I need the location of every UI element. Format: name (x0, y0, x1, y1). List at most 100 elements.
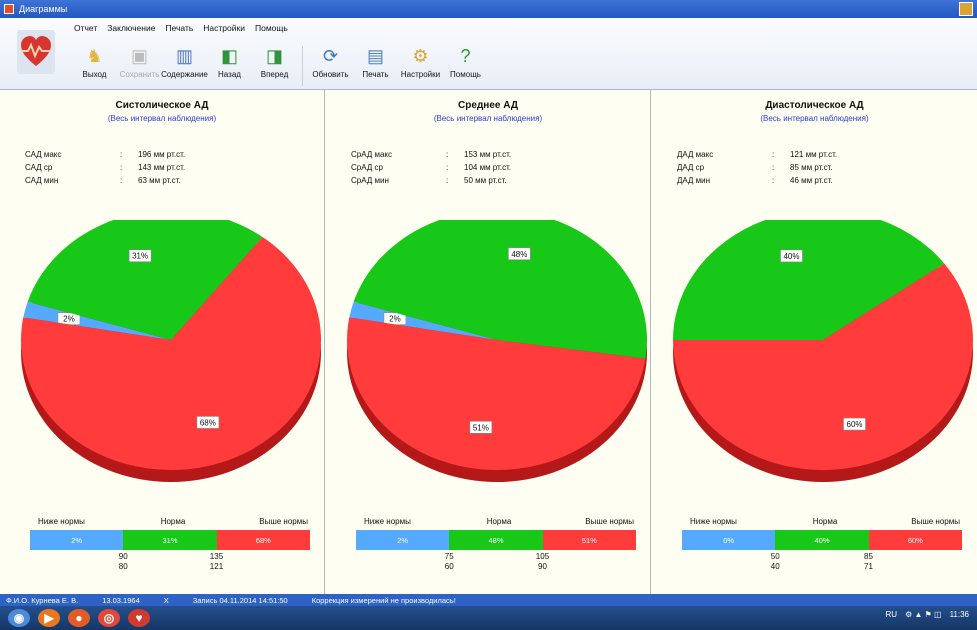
printer-icon: ▤ (366, 46, 384, 66)
stat-name: САД мин (25, 176, 59, 185)
language-indicator[interactable]: RU (886, 610, 898, 619)
stats-row: САД ср: 143 мм рт.ст. (25, 161, 185, 174)
firefox-icon[interactable]: ● (68, 609, 90, 627)
stats-table: СрАД макс: 153 мм рт.ст. СрАД ср: 104 мм р… (351, 148, 511, 187)
menu-help[interactable]: Помощь (255, 23, 288, 33)
exit-label: Выход (82, 70, 107, 79)
stat-colon: : (772, 163, 775, 172)
stats-table: САД макс: 196 мм рт.ст. САД ср: 143 мм рт.… (25, 148, 185, 187)
clock[interactable]: 11:36 (950, 610, 969, 619)
stat-name: САД макс (25, 150, 62, 159)
high-threshold-2: 71 (864, 562, 873, 571)
stats-row: СрАД мин: 50 мм рт.ст. (351, 174, 511, 187)
stat-colon: : (772, 150, 775, 159)
below-norm-bar: 2% (30, 530, 124, 550)
pie-chart: 2% 31% 68% (20, 220, 322, 482)
exit-button[interactable]: ♞ Выход (72, 44, 117, 88)
svg-text:2%: 2% (389, 315, 401, 324)
title-bar: Диаграммы (0, 0, 977, 18)
chrome-icon[interactable]: ◎ (98, 609, 120, 627)
stats-table: ДАД макс: 121 мм рт.ст. ДАД ср: 85 мм рт.с… (677, 148, 837, 187)
svg-text:48%: 48% (511, 250, 527, 259)
above-norm-bar: 51% (542, 530, 636, 550)
settings-button[interactable]: ⚙ Настройки (398, 44, 443, 88)
taskbar: ◉ ▶ ● ◎ ♥ RU ⚙ ▲ ⚑ ◫ 11:36 (0, 606, 977, 630)
stats-row: СрАД ср: 104 мм рт.ст. (351, 161, 511, 174)
save-button[interactable]: ▣ Сохранить (117, 44, 162, 88)
svg-text:68%: 68% (200, 418, 216, 427)
stat-name: СрАД макс (351, 150, 393, 159)
stat-value: 50 мм рт.ст. (464, 176, 507, 185)
window-control-icon[interactable] (959, 2, 973, 16)
correction-note: Коррекция измерений не производилась! (311, 595, 456, 605)
low-threshold-2: 80 (118, 562, 128, 571)
below-norm-label: Ниже нормы (364, 517, 411, 526)
low-threshold-1: 75 (444, 552, 454, 561)
print-button[interactable]: ▤ Печать (353, 44, 398, 88)
below-norm-bar: 2% (356, 530, 450, 550)
menu-report[interactable]: Отчет (74, 23, 97, 33)
stat-name: ДАД мин (677, 176, 711, 185)
menu-settings[interactable]: Настройки (203, 23, 245, 33)
stat-name: ДАД макс (677, 150, 714, 159)
legend: Ниже нормы Норма Выше нормы 2% 31% 68% 90 80… (30, 517, 310, 574)
media-player-icon[interactable]: ▶ (38, 609, 60, 627)
help-button[interactable]: ? Помощь (443, 44, 488, 88)
pie-data-label: 40% (780, 249, 803, 263)
low-threshold-2: 60 (444, 562, 454, 571)
refresh-icon: ⟳ (322, 46, 339, 66)
stat-colon: : (120, 176, 123, 185)
app-title-icon (4, 4, 14, 14)
legend-bar: 0% 40% 60% (682, 530, 962, 550)
norm-bar: 48% (449, 530, 543, 550)
stats-row: САД мин: 63 мм рт.ст. (25, 174, 185, 187)
back-button[interactable]: ◧ Назад (207, 44, 252, 88)
refresh-button[interactable]: ⟳ Обновить (308, 44, 353, 88)
start-icon[interactable]: ◉ (8, 609, 30, 627)
stat-name: СрАД ср (351, 163, 383, 172)
print-label: Печать (362, 70, 389, 79)
pie-data-label: 60% (843, 417, 866, 431)
menu-conclusion[interactable]: Заключение (107, 23, 155, 33)
legend-labels: Ниже нормы Норма Выше нормы (682, 517, 962, 529)
below-norm-label: Ниже нормы (38, 517, 85, 526)
refresh-label: Обновить (312, 70, 349, 79)
stat-colon: : (446, 150, 449, 159)
menu-print[interactable]: Печать (165, 23, 193, 33)
systolic-panel: Систолическое АД (Весь интервал наблюден… (0, 90, 325, 594)
low-threshold-1: 50 (770, 552, 780, 561)
norm-label: Норма (160, 517, 186, 526)
contents-button[interactable]: ▥ Содержание (161, 44, 208, 88)
high-threshold-2: 121 (209, 562, 224, 571)
above-norm-label: Выше нормы (911, 517, 960, 526)
ribbon: Отчет Заключение Печать Настройки Помощь… (0, 18, 977, 90)
stat-value: 121 мм рт.ст. (790, 150, 838, 159)
pie-chart: 2% 48% 51% (347, 220, 647, 482)
svg-text:31%: 31% (132, 252, 148, 261)
stat-value: 46 мм рт.ст. (790, 176, 833, 185)
stat-colon: : (446, 163, 449, 172)
panel-title: Систолическое АД (115, 100, 209, 111)
below-norm-bar: 0% (682, 530, 776, 550)
stats-row: САД макс: 196 мм рт.ст. (25, 148, 185, 161)
toolbar: ♞ Выход ▣ Сохранить ▥ Содержание ◧ Назад ◨ Вп… (72, 44, 488, 88)
pie-chart: 40% 60% (673, 220, 973, 482)
forward-label: Вперед (260, 70, 289, 79)
stat-colon: : (120, 163, 123, 172)
threshold-values: 90 80 135 121 (30, 550, 310, 574)
forward-button[interactable]: ◨ Вперед (252, 44, 297, 88)
heart-app-icon[interactable]: ♥ (128, 609, 150, 627)
legend-labels: Ниже нормы Норма Выше нормы (30, 517, 310, 529)
panel-title: Среднее АД (458, 100, 518, 111)
window-title: Диаграммы (19, 4, 68, 14)
settings-icon: ⚙ (412, 46, 429, 66)
norm-bar: 40% (775, 530, 869, 550)
pie-data-label: 51% (469, 420, 493, 434)
stats-row: ДАД мин: 46 мм рт.ст. (677, 174, 837, 187)
above-norm-label: Выше нормы (259, 517, 308, 526)
tray-icons[interactable]: ⚙ ▲ ⚑ ◫ (905, 610, 942, 619)
exit-icon: ♞ (86, 46, 103, 66)
above-norm-label: Выше нормы (585, 517, 634, 526)
pie-data-label: 68% (196, 416, 220, 429)
legend-labels: Ниже нормы Норма Выше нормы (356, 517, 636, 529)
